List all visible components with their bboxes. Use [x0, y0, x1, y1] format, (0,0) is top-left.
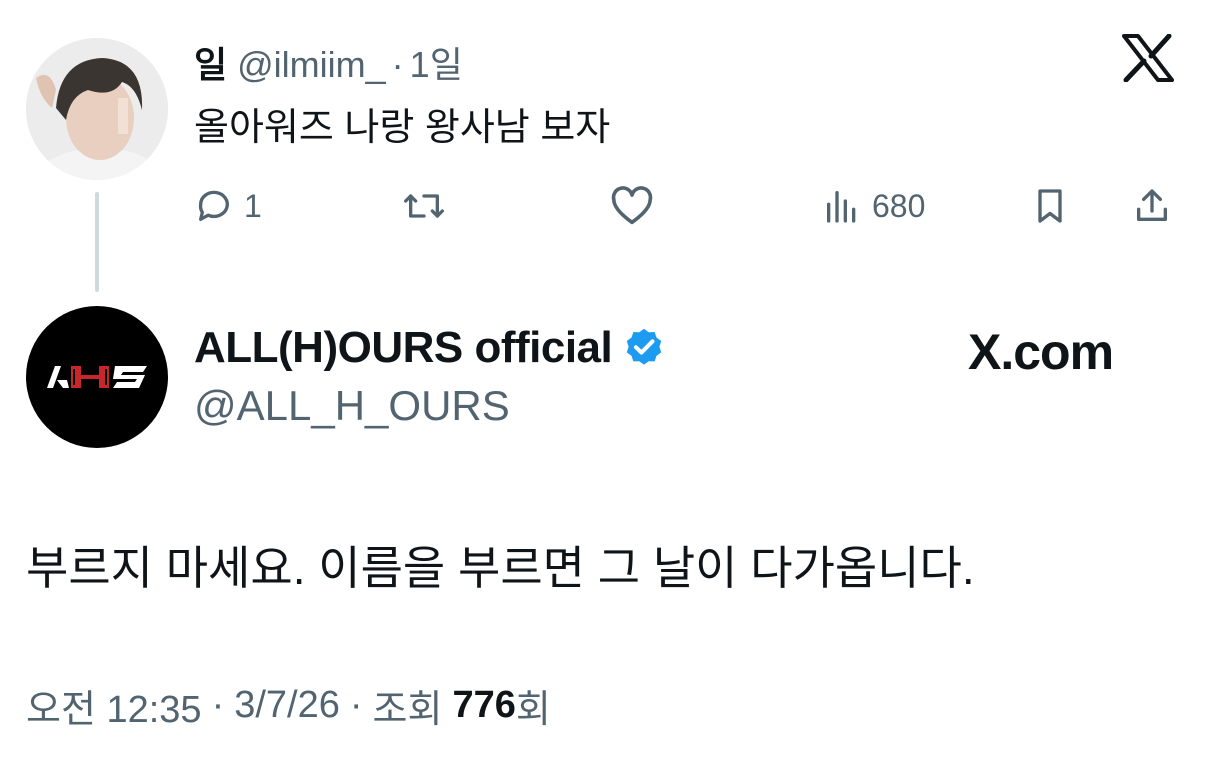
reply-action-bar: 1 680 [194, 176, 1180, 236]
bookmark-icon [1038, 189, 1062, 223]
reply-separator: · [391, 44, 404, 85]
tweet-date[interactable]: 3/7/26 [234, 684, 340, 727]
views-number: 776 [452, 683, 516, 726]
views-button[interactable]: 680 [822, 176, 925, 236]
reply-user-avatar[interactable] [26, 38, 168, 180]
reply-display-name[interactable]: 일 [194, 36, 227, 88]
tweet-time[interactable]: 오전 12:35 [26, 678, 202, 733]
x-logo-icon[interactable] [1122, 33, 1174, 83]
heart-icon [611, 186, 653, 225]
share-icon [1137, 189, 1167, 221]
reply-text: 올아워즈 나랑 왕사남 보자 [194, 107, 611, 149]
official-name-row: ALL(H)OURS official [194, 318, 666, 378]
allhours-logo-icon [47, 366, 147, 388]
official-handle[interactable]: @ALL_H_OURS [194, 382, 510, 430]
x-com-text: X.com [968, 324, 1114, 380]
official-account-avatar[interactable] [26, 306, 168, 448]
views-chart-icon [827, 191, 856, 223]
views-suffix: 회 [515, 688, 551, 731]
retweet-button[interactable] [402, 176, 456, 236]
avatar-photo [26, 38, 168, 180]
share-button[interactable] [1132, 176, 1172, 236]
views-label: 조회 [372, 688, 443, 731]
comment-icon [198, 190, 229, 221]
meta-separator-2: · [349, 683, 363, 726]
meta-separator: · [211, 683, 225, 726]
x-com-wordmark: X.com [968, 322, 1114, 382]
tweet-meta: 오전 12:35 · 3/7/26 · 조회 776 회 [26, 678, 551, 732]
tweet-text: 부르지 마세요. 이름을 부르면 그 날이 다가옵니다. [26, 542, 975, 594]
reply-handle[interactable]: @ilmiim_ [237, 44, 386, 86]
views-count: 680 [872, 187, 926, 224]
like-button[interactable] [610, 176, 664, 236]
reply-header: 일 @ilmiim_ · 1일 [194, 36, 463, 86]
retweet-icon [403, 194, 444, 218]
bookmark-button[interactable] [1030, 176, 1070, 236]
thread-connector-line [95, 192, 99, 292]
reply-timestamp[interactable]: 1일 [410, 36, 463, 88]
reply-count: 1 [244, 187, 262, 224]
official-display-name[interactable]: ALL(H)OURS official [194, 323, 613, 373]
verified-badge-icon[interactable] [622, 326, 666, 370]
reply-button[interactable]: 1 [194, 176, 262, 236]
